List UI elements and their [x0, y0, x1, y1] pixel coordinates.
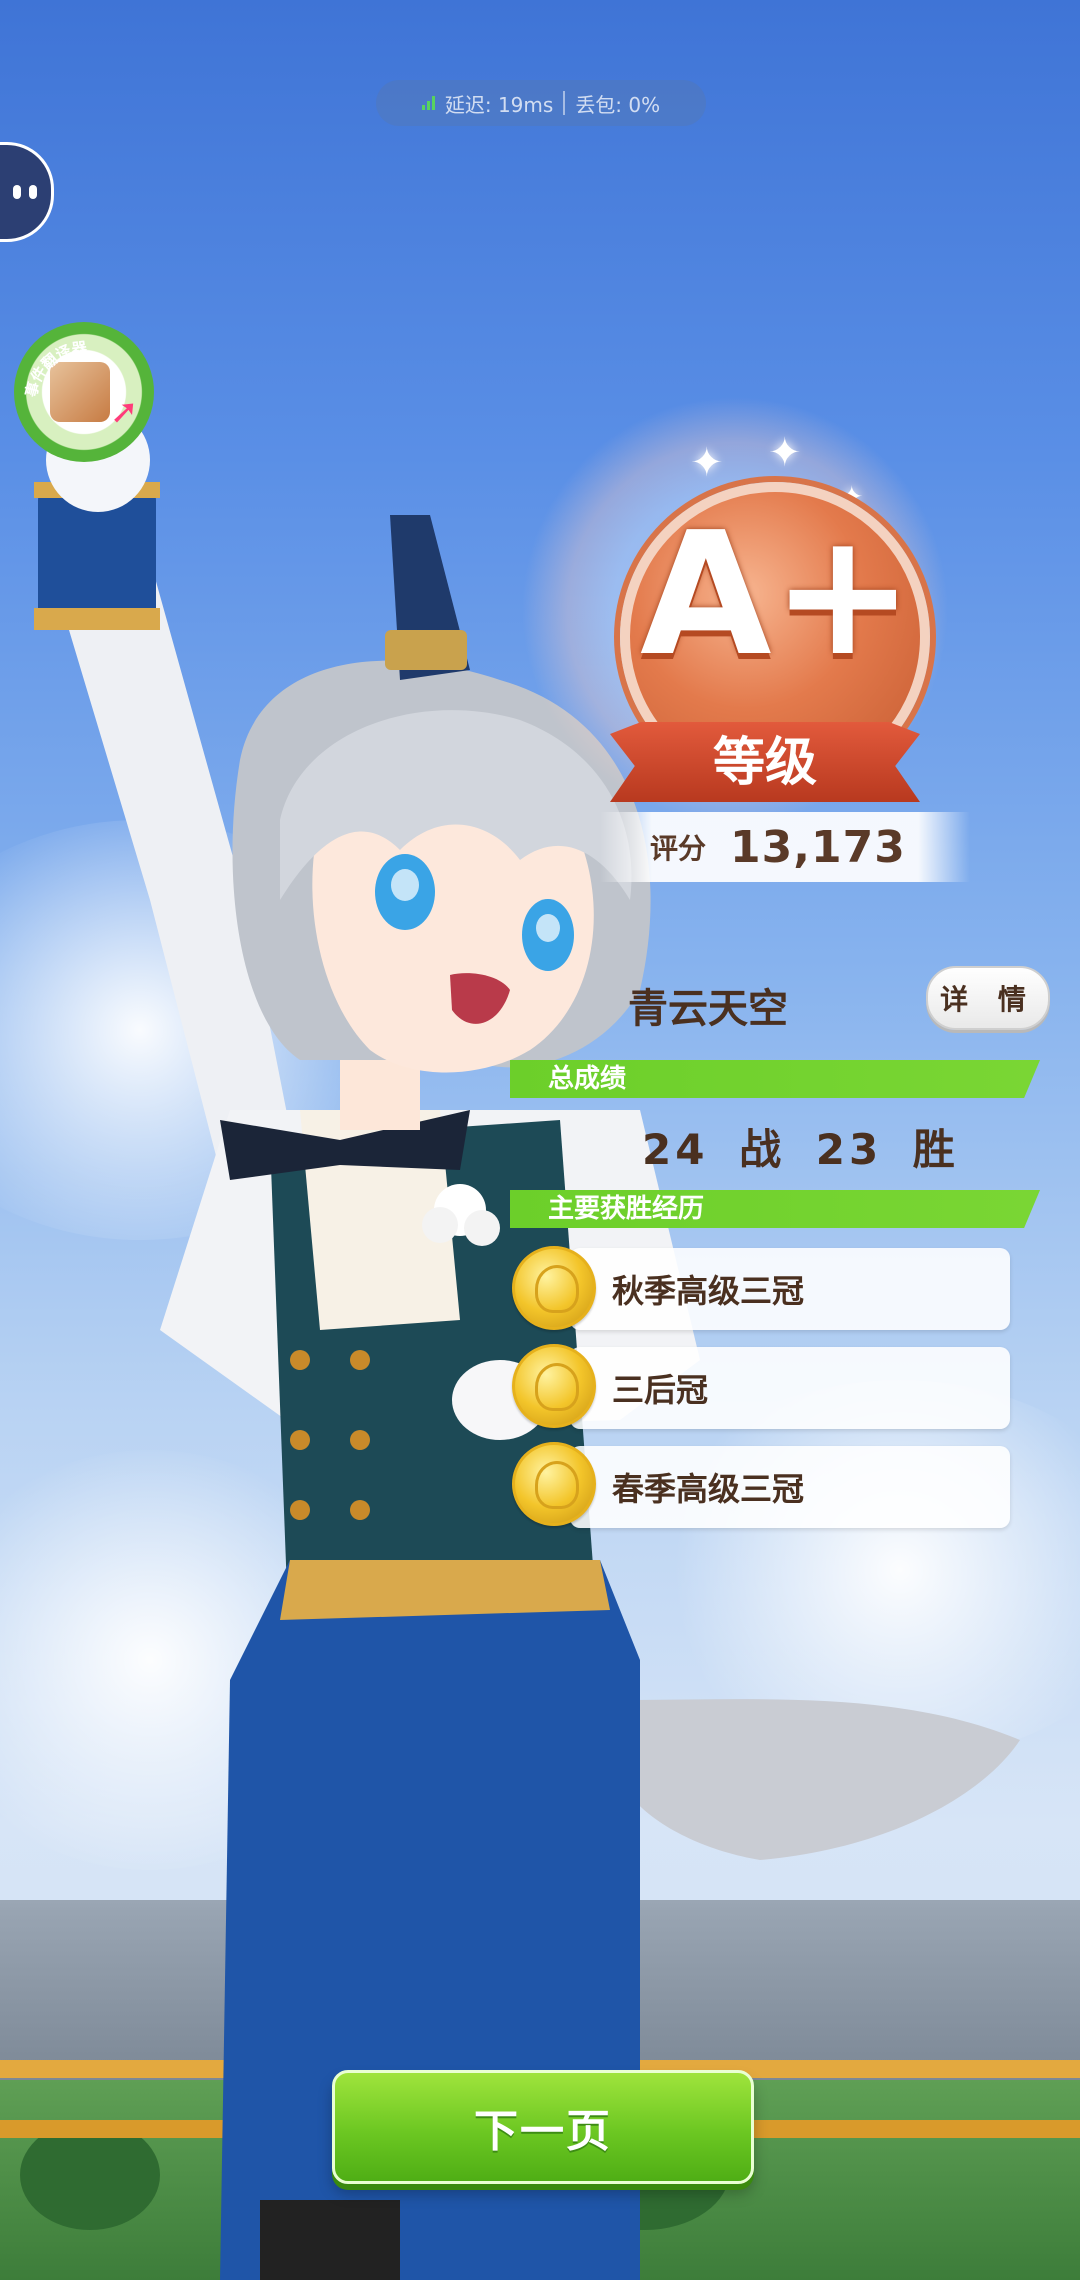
- score-value: 13,173: [730, 821, 906, 873]
- race-unit: 战: [739, 1125, 786, 1174]
- win-title: 春季高级三冠: [612, 1470, 805, 1508]
- race-record: 24 战 23 胜: [636, 1116, 965, 1177]
- latency-text: 延迟: 19ms: [444, 92, 554, 117]
- overall-header: 总成绩: [510, 1060, 1040, 1098]
- packet-loss-text: 丢包: 0%: [575, 92, 661, 117]
- gold-medal-icon: [512, 1344, 596, 1428]
- translator-badge-label: 事件翻译器: [22, 338, 89, 398]
- result-screen: 延迟: 19ms 丢包: 0% ➚ 事件翻译器 ✦ ✦ ✦ A+ 等级 评分 1…: [0, 0, 1080, 2280]
- svg-text:事件翻译器: 事件翻译器: [22, 338, 89, 398]
- event-translator-button[interactable]: ➚ 事件翻译器: [14, 322, 154, 462]
- grade-ribbon: 等级: [610, 722, 920, 802]
- win-unit: 胜: [912, 1125, 959, 1174]
- win-item: 三后冠: [570, 1347, 1010, 1429]
- win-title: 三后冠: [612, 1371, 709, 1409]
- score-bar: 评分 13,173: [600, 812, 970, 882]
- network-status: 延迟: 19ms 丢包: 0%: [376, 80, 706, 126]
- next-page-button[interactable]: 下一页: [332, 2070, 754, 2184]
- win-item: 秋季高级三冠: [570, 1248, 1010, 1330]
- main-wins-header: 主要获胜经历: [510, 1190, 1040, 1228]
- assistant-face-icon: [13, 185, 37, 199]
- grade-letter: A+: [640, 496, 915, 694]
- win-item: 春季高级三冠: [570, 1446, 1010, 1528]
- sparkle-icon: ✦: [690, 440, 724, 486]
- score-label: 评分: [650, 832, 707, 865]
- win-count: 23: [815, 1125, 883, 1174]
- race-count: 24: [642, 1125, 709, 1174]
- gold-medal-icon: [512, 1246, 596, 1330]
- details-button[interactable]: 详 情: [926, 966, 1050, 1030]
- runner-name: 青云天空: [628, 986, 788, 1032]
- signal-icon: [421, 96, 435, 110]
- win-title: 秋季高级三冠: [612, 1272, 805, 1310]
- sparkle-icon: ✦: [768, 430, 802, 476]
- divider: [563, 91, 566, 115]
- gold-medal-icon: [512, 1442, 596, 1526]
